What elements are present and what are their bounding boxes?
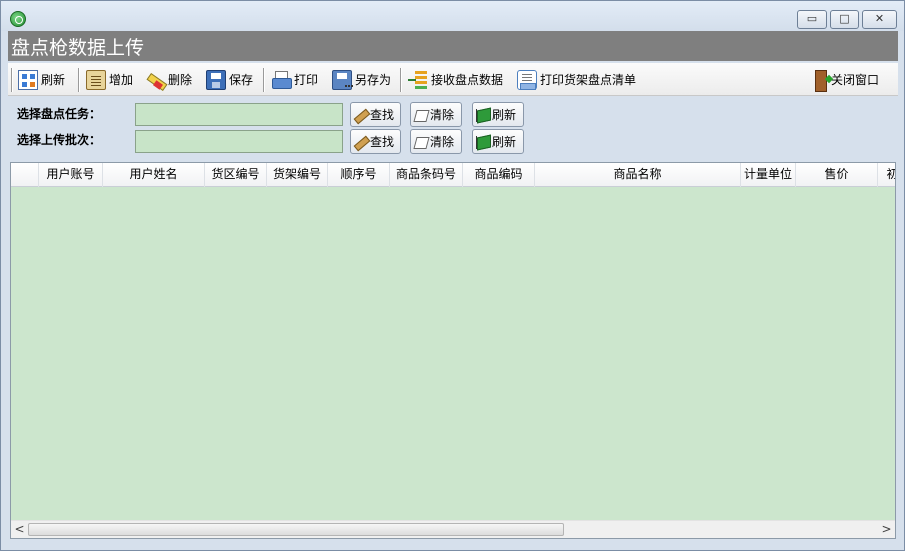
batch-clear-button[interactable]: 清除 xyxy=(410,129,462,154)
door-exit-icon xyxy=(814,70,828,92)
page-title: 盘点枪数据上传 xyxy=(11,37,145,59)
delete-button[interactable]: 删除 xyxy=(145,67,192,93)
task-refresh-label: 刷新 xyxy=(492,108,517,122)
print-preview-icon xyxy=(517,70,537,90)
data-grid[interactable]: 用户账号 用户姓名 货区编号 货架编号 顺序号 商品条码号 商品编码 商品名称 … xyxy=(10,162,896,539)
close-window-button[interactable]: 关闭窗口 xyxy=(814,67,879,93)
grid-header: 用户账号 用户姓名 货区编号 货架编号 顺序号 商品条码号 商品编码 商品名称 … xyxy=(11,163,895,187)
batch-find-button[interactable]: 查找 xyxy=(350,129,401,154)
add-button[interactable]: 增加 xyxy=(86,67,133,93)
main-window: ▭ □ ✕ 盘点枪数据上传 刷新 增加 删除 保存 打印 另存为 接收盘点数据 … xyxy=(0,0,905,551)
batch-refresh-button[interactable]: 刷新 xyxy=(472,129,524,154)
column-header[interactable]: 商品编码 xyxy=(463,163,535,187)
toolbar-separator xyxy=(263,68,265,92)
column-header[interactable]: 初 xyxy=(878,163,895,187)
refresh-button[interactable]: 刷新 xyxy=(18,67,65,93)
toolbar: 刷新 增加 删除 保存 打印 另存为 接收盘点数据 打印货架盘点清单 关闭窗口 xyxy=(8,63,898,96)
column-header[interactable]: 用户姓名 xyxy=(103,163,205,187)
save-as-label: 另存为 xyxy=(355,73,392,87)
close-button[interactable]: ✕ xyxy=(862,10,897,29)
app-icon xyxy=(10,11,26,27)
print-shelf-list-button[interactable]: 打印货架盘点清单 xyxy=(517,67,636,93)
scroll-right-icon[interactable]: > xyxy=(878,521,895,538)
save-as-button[interactable]: 另存为 xyxy=(332,67,391,93)
toolbar-separator xyxy=(11,68,13,92)
task-find-button[interactable]: 查找 xyxy=(350,102,401,127)
task-find-label: 查找 xyxy=(370,108,395,122)
header-band: 盘点枪数据上传 xyxy=(8,31,898,61)
magnifier-find-icon xyxy=(354,108,368,122)
close-window-label: 关闭窗口 xyxy=(831,73,880,87)
scroll-add-icon xyxy=(86,70,106,90)
batch-refresh-label: 刷新 xyxy=(492,135,517,149)
toolbar-separator xyxy=(400,68,402,92)
scroll-thumb[interactable] xyxy=(28,523,564,536)
receive-label: 接收盘点数据 xyxy=(431,73,504,87)
floppy-save-icon xyxy=(206,70,226,90)
column-header[interactable]: 货区编号 xyxy=(205,163,267,187)
flag-refresh-icon xyxy=(476,108,490,122)
task-label: 选择盘点任务： xyxy=(17,107,102,121)
column-header[interactable]: 商品条码号 xyxy=(390,163,463,187)
column-header[interactable]: 商品名称 xyxy=(535,163,741,187)
magnifier-find-icon xyxy=(354,135,368,149)
refresh-label: 刷新 xyxy=(41,73,66,87)
save-label: 保存 xyxy=(229,73,254,87)
task-clear-label: 清除 xyxy=(430,108,455,122)
eraser-delete-icon xyxy=(145,70,165,90)
delete-label: 删除 xyxy=(168,73,193,87)
column-header[interactable]: 售价 xyxy=(796,163,878,187)
grid-refresh-icon xyxy=(18,70,38,90)
receive-inventory-data-button[interactable]: 接收盘点数据 xyxy=(408,67,503,93)
clear-icon xyxy=(414,135,428,149)
column-header[interactable]: 用户账号 xyxy=(39,163,103,187)
horizontal-scrollbar[interactable]: < > xyxy=(11,520,895,538)
scroll-left-icon[interactable]: < xyxy=(11,521,28,538)
maximize-button[interactable]: □ xyxy=(830,10,859,29)
column-header[interactable]: 顺序号 xyxy=(328,163,390,187)
title-bar[interactable]: ▭ □ ✕ xyxy=(1,1,904,31)
print-button[interactable]: 打印 xyxy=(271,67,318,93)
task-clear-button[interactable]: 清除 xyxy=(410,102,462,127)
close-icon: ✕ xyxy=(874,12,885,25)
batch-clear-label: 清除 xyxy=(430,135,455,149)
flag-refresh-icon xyxy=(476,135,490,149)
add-label: 增加 xyxy=(109,73,134,87)
task-input[interactable] xyxy=(135,103,343,126)
batch-label: 选择上传批次： xyxy=(17,133,102,147)
print-label: 打印 xyxy=(294,73,319,87)
print-shelf-label: 打印货架盘点清单 xyxy=(540,73,637,87)
minimize-button[interactable]: ▭ xyxy=(797,10,827,29)
task-refresh-button[interactable]: 刷新 xyxy=(472,102,524,127)
row-indicator-header xyxy=(11,163,39,187)
save-button[interactable]: 保存 xyxy=(206,67,253,93)
printer-icon xyxy=(271,70,292,90)
column-header[interactable]: 计量单位 xyxy=(741,163,796,187)
column-header[interactable]: 货架编号 xyxy=(267,163,328,187)
batch-input[interactable] xyxy=(135,130,343,153)
receive-data-icon xyxy=(408,70,428,90)
maximize-icon: □ xyxy=(839,12,850,25)
batch-find-label: 查找 xyxy=(370,135,395,149)
floppy-save-as-icon xyxy=(332,70,352,90)
minimize-icon: ▭ xyxy=(806,12,818,25)
toolbar-separator xyxy=(78,68,80,92)
clear-icon xyxy=(414,108,428,122)
